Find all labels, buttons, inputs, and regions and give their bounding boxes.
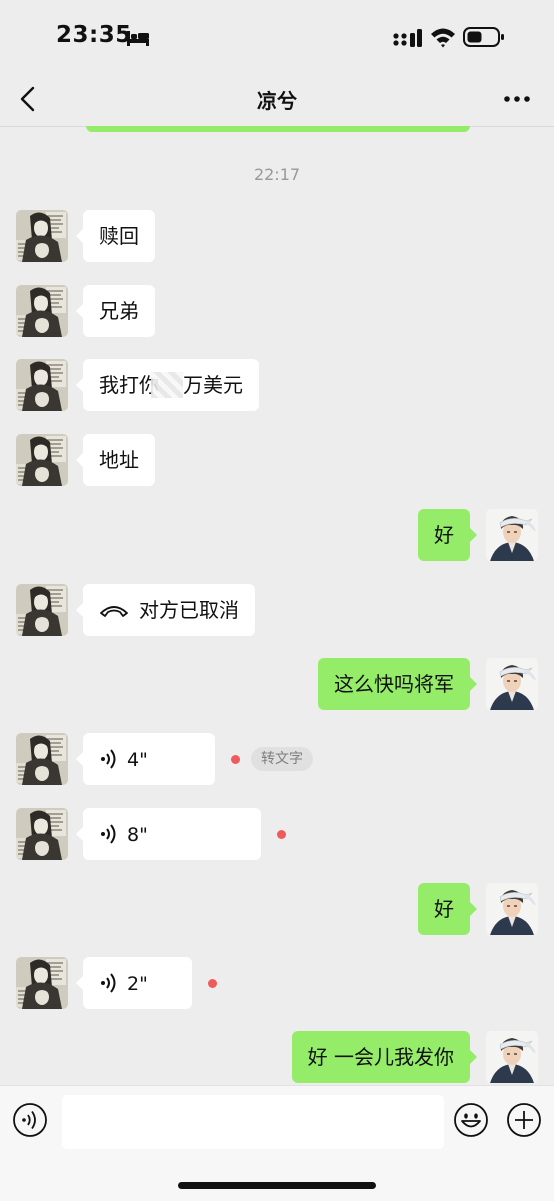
call-status-text: 对方已取消 xyxy=(139,598,239,622)
message-bubble[interactable]: 兄弟 xyxy=(76,285,155,337)
self-avatar[interactable] xyxy=(486,883,538,935)
voice-message-bubble[interactable]: 4" xyxy=(76,733,215,785)
message-bubble[interactable]: 赎回 xyxy=(76,210,155,262)
battery-icon xyxy=(463,27,504,47)
message-row: 2" xyxy=(0,957,554,1009)
chat-header: 凉兮 xyxy=(0,72,554,127)
plus-more-icon[interactable] xyxy=(506,1102,542,1138)
voice-duration: 2" xyxy=(127,973,148,995)
voice-input-icon[interactable] xyxy=(12,1102,48,1138)
chat-title: 凉兮 xyxy=(257,89,297,113)
message-row: 对方已取消 xyxy=(0,584,554,636)
self-avatar[interactable] xyxy=(486,509,538,561)
voice-wave-icon xyxy=(101,823,116,844)
contact-avatar[interactable] xyxy=(16,957,68,1009)
message-timestamp: 22:17 xyxy=(253,165,301,184)
more-options-icon[interactable] xyxy=(500,84,534,114)
message-row: 好 一会儿我发你 xyxy=(0,1031,554,1083)
voice-message-bubble[interactable]: 8" xyxy=(76,808,261,860)
voice-duration: 4" xyxy=(127,749,148,771)
call-record-bubble[interactable]: 对方已取消 xyxy=(76,584,255,636)
contact-avatar[interactable] xyxy=(16,434,68,486)
message-bubble-self[interactable]: 这么快吗将军 xyxy=(318,658,477,710)
message-bubble-self[interactable]: 好 xyxy=(418,883,477,935)
voice-wave-icon xyxy=(101,748,116,769)
contact-avatar[interactable] xyxy=(16,584,68,636)
voice-wave-icon xyxy=(101,972,116,993)
wifi-icon xyxy=(431,28,455,48)
contact-avatar[interactable] xyxy=(16,733,68,785)
convert-to-text-button[interactable]: 转文字 xyxy=(251,747,313,771)
message-row: 这么快吗将军 xyxy=(0,658,554,710)
unread-dot xyxy=(231,755,240,764)
message-row: 4" 转文字 xyxy=(0,733,554,785)
voice-message-bubble[interactable]: 2" xyxy=(76,957,192,1009)
message-input[interactable] xyxy=(62,1095,444,1149)
message-row: 好 xyxy=(0,883,554,935)
status-bar: 23:35 xyxy=(0,0,554,72)
unread-dot xyxy=(277,830,286,839)
voice-duration: 8" xyxy=(127,824,148,846)
phone-hangup-icon xyxy=(100,605,128,617)
message-row: 我打你 万美元 xyxy=(0,359,554,411)
message-row: 地址 xyxy=(0,434,554,486)
sleep-focus-icon xyxy=(127,31,149,46)
message-row: 好 xyxy=(0,509,554,561)
message-bubble[interactable]: 地址 xyxy=(76,434,155,486)
contact-avatar[interactable] xyxy=(16,210,68,262)
message-row: 兄弟 xyxy=(0,285,554,337)
message-bubble-self[interactable]: 好 一会儿我发你 xyxy=(291,1031,478,1083)
message-row: 8" xyxy=(0,808,554,860)
message-bubble[interactable]: 我打你 万美元 xyxy=(76,359,259,411)
home-indicator[interactable] xyxy=(178,1182,376,1189)
emoji-icon[interactable] xyxy=(453,1102,489,1138)
cellular-signal-icon xyxy=(393,29,422,47)
redaction-blur xyxy=(151,371,183,398)
message-row: 赎回 xyxy=(0,210,554,262)
contact-avatar[interactable] xyxy=(16,359,68,411)
previous-message-bubble-edge xyxy=(86,126,470,132)
message-bubble-self[interactable]: 好 xyxy=(418,509,477,561)
unread-dot xyxy=(208,979,217,988)
contact-avatar[interactable] xyxy=(16,285,68,337)
message-text-before: 我打你 xyxy=(99,373,159,397)
status-time: 23:35 xyxy=(56,22,132,48)
self-avatar[interactable] xyxy=(486,1031,538,1083)
self-avatar[interactable] xyxy=(486,658,538,710)
contact-avatar[interactable] xyxy=(16,808,68,860)
message-text-after: 万美元 xyxy=(183,373,243,397)
